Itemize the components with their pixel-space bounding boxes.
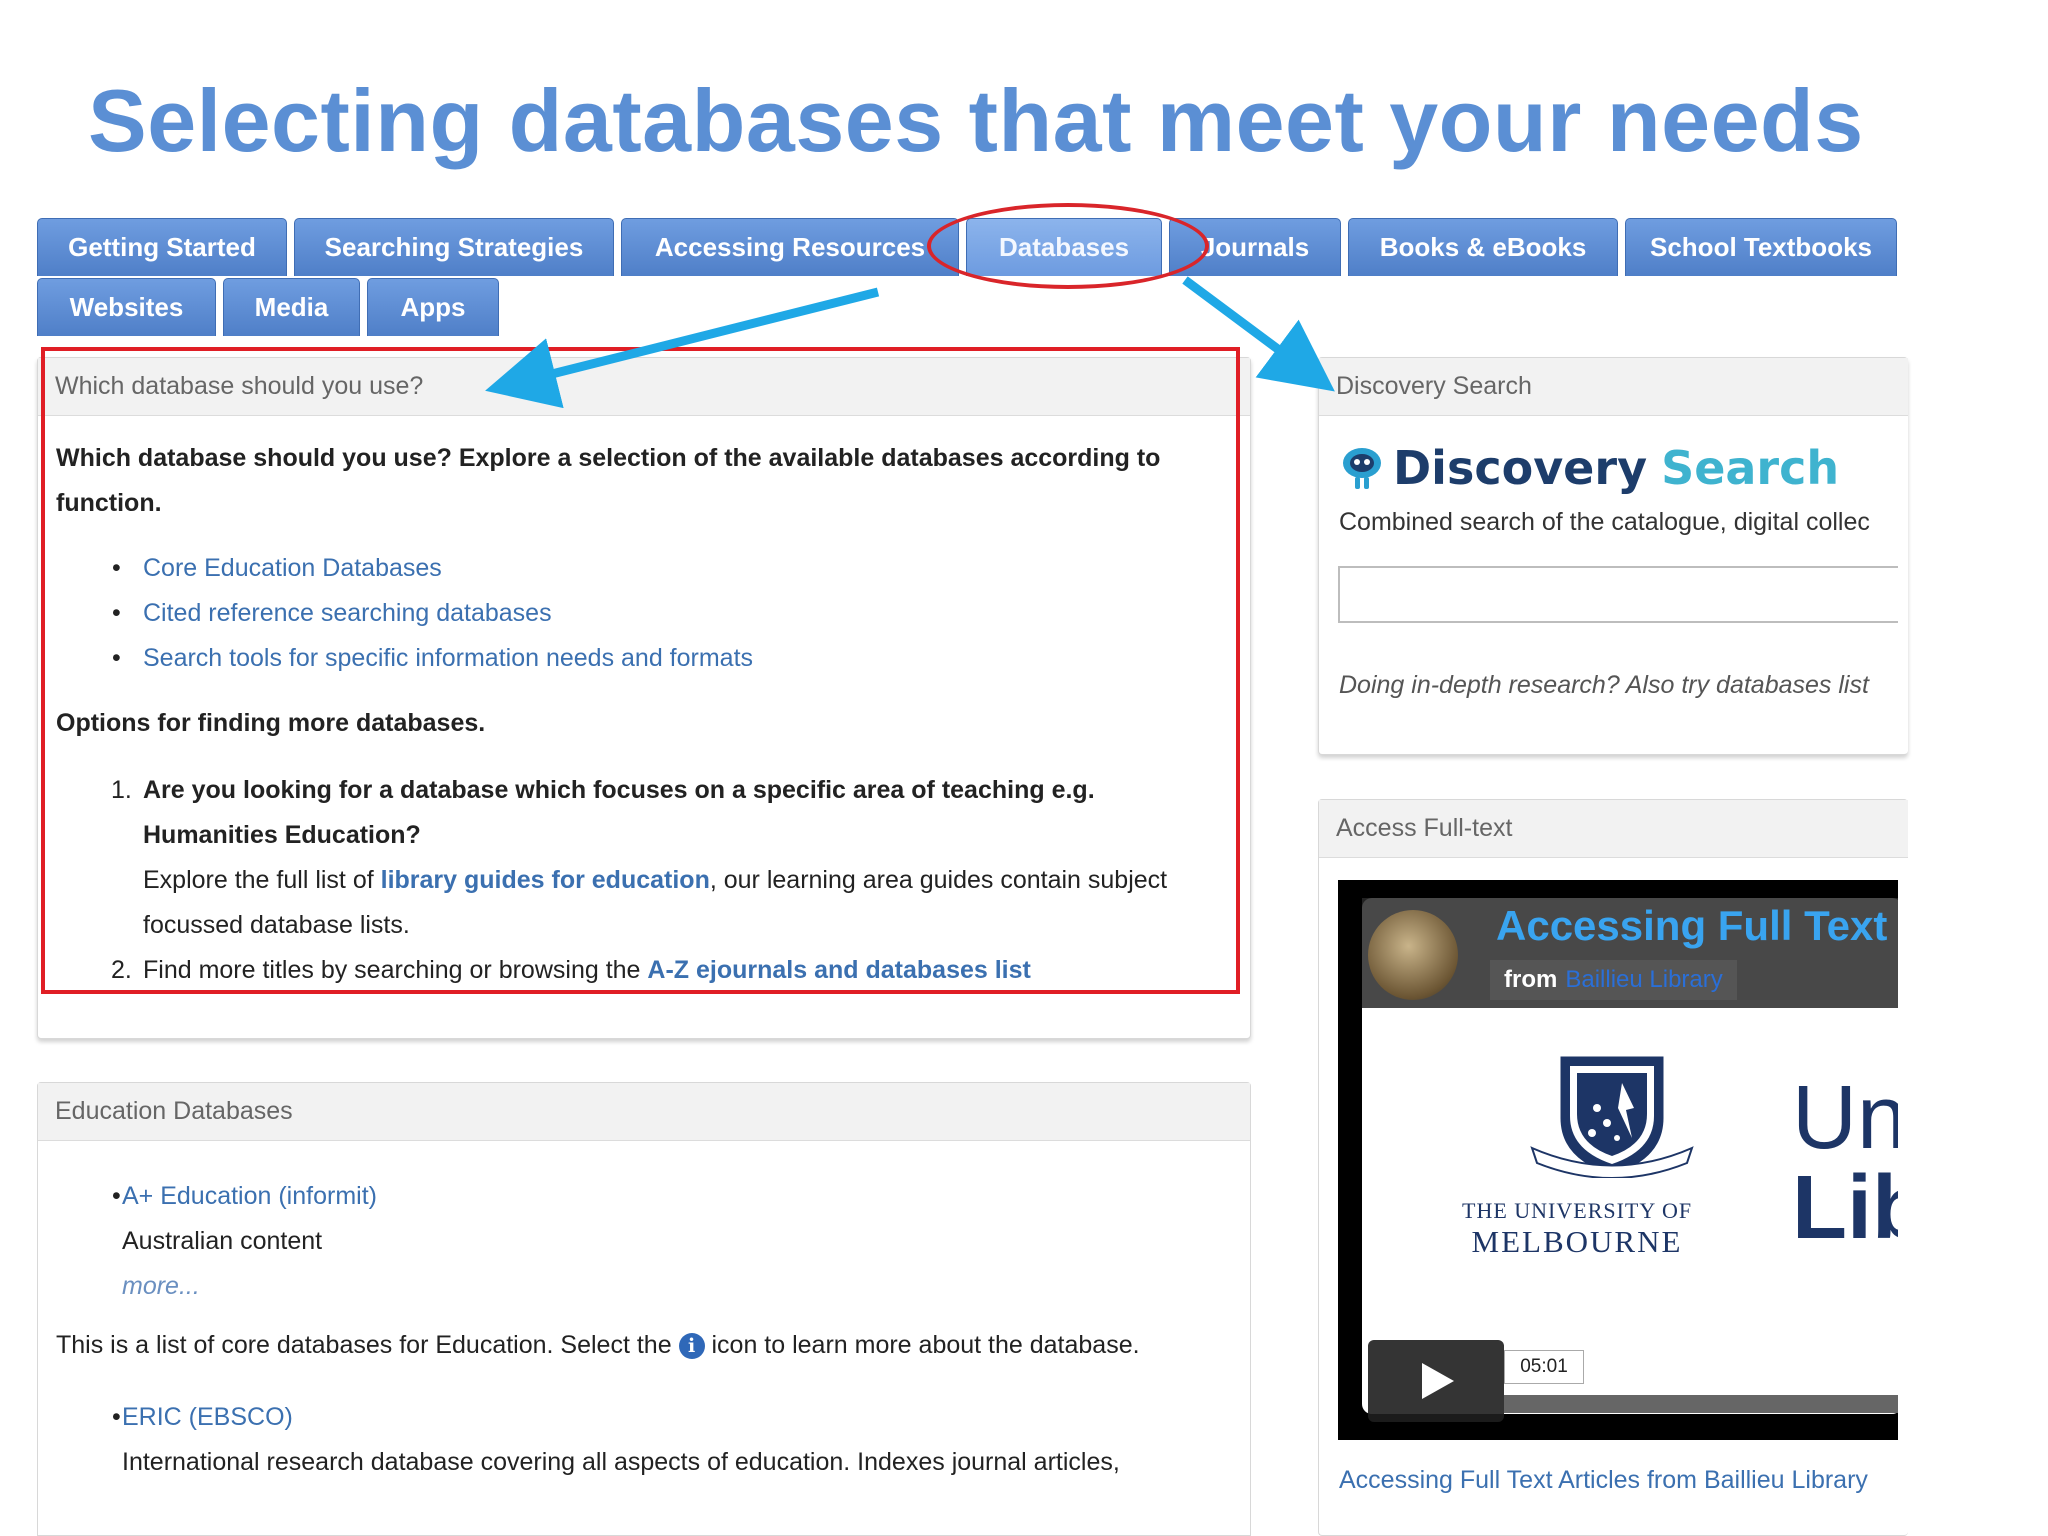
az-ejournals-link[interactable]: A-Z ejournals and databases list xyxy=(647,956,1030,984)
find-more-text: Find more titles by searching or browsin… xyxy=(143,956,648,984)
panel-header: Education Databases xyxy=(38,1083,1250,1141)
tab-apps[interactable]: Apps xyxy=(367,278,499,336)
list-item: Search tools for specific information ne… xyxy=(56,636,1232,681)
library-wordmark: Uni Lib xyxy=(1792,1068,1898,1258)
question-line: Humanities Education? xyxy=(143,821,421,849)
tab-school-textbooks[interactable]: School Textbooks xyxy=(1625,218,1897,276)
list-item: 2. Find more titles by searching or brow… xyxy=(56,948,1232,993)
discovery-hint: Doing in-depth research? Also try databa… xyxy=(1339,671,1869,699)
question-line: Are you looking for a database which foc… xyxy=(143,776,1095,804)
video-channel-link[interactable]: Baillieu Library xyxy=(1565,966,1722,994)
list-item: ERIC (EBSCO) International research data… xyxy=(56,1395,1232,1485)
explore-suffix: , our learning area guides contain subje… xyxy=(709,866,1168,894)
slide-title: Selecting databases that meet your needs xyxy=(88,71,1864,170)
info-icon[interactable]: i xyxy=(678,1333,705,1360)
video-player[interactable]: THE UNIVERSITY OF MELBOURNE Uni Lib Acce… xyxy=(1338,880,1898,1440)
cited-reference-link[interactable]: Cited reference searching databases xyxy=(143,599,552,627)
list-number: 2. xyxy=(111,956,132,984)
list-item: A+ Education (informit) Australian conte… xyxy=(56,1174,1232,1309)
discovery-logo-icon xyxy=(1343,448,1381,489)
tab-searching-strategies[interactable]: Searching Strategies xyxy=(294,218,614,276)
discovery-description: Combined search of the catalogue, digita… xyxy=(1339,508,1870,536)
tab-books-ebooks[interactable]: Books & eBooks xyxy=(1348,218,1618,276)
university-crest-icon xyxy=(1530,1056,1694,1178)
video-duration: 05:01 xyxy=(1504,1350,1584,1384)
video-progress-bar[interactable] xyxy=(1504,1395,1898,1413)
database-category-list: Core Education Databases Cited reference… xyxy=(56,546,1232,681)
search-logo-text: Search xyxy=(1661,441,1840,495)
tab-media[interactable]: Media xyxy=(223,278,360,336)
database-list: ERIC (EBSCO) International research data… xyxy=(56,1395,1232,1485)
video-channel-badge: from Baillieu Library xyxy=(1490,960,1737,1000)
panel-header: Access Full-text xyxy=(1319,800,1908,858)
database-list: A+ Education (informit) Australian conte… xyxy=(56,1174,1232,1309)
video-caption-link[interactable]: Accessing Full Text Articles from xyxy=(1339,1466,1704,1494)
explore-prefix: Explore the full list of xyxy=(143,866,381,894)
play-icon xyxy=(1422,1363,1454,1399)
education-databases-panel: Education Databases A+ Education (inform… xyxy=(37,1082,1251,1536)
list-item: Core Education Databases xyxy=(56,546,1232,591)
eric-ebsco-link[interactable]: ERIC (EBSCO) xyxy=(122,1403,293,1431)
university-wordmark: THE UNIVERSITY OF MELBOURNE xyxy=(1462,1198,1693,1259)
panel-header: Discovery Search xyxy=(1319,358,1908,416)
tab-journals[interactable]: Journals xyxy=(1169,218,1341,276)
explore-line: focussed database lists. xyxy=(143,911,410,939)
database-description: International research database covering… xyxy=(122,1448,1120,1476)
tab-accessing-resources[interactable]: Accessing Resources xyxy=(621,218,959,276)
discovery-logo-text: Discovery xyxy=(1393,441,1648,495)
options-list: 1. Are you looking for a database which … xyxy=(56,768,1232,993)
discovery-search-input[interactable] xyxy=(1338,566,1898,623)
tab-getting-started[interactable]: Getting Started xyxy=(37,218,287,276)
discovery-logo: Discovery Search xyxy=(1339,438,1839,498)
channel-avatar[interactable] xyxy=(1368,910,1458,1000)
library-guides-link[interactable]: library guides for education xyxy=(381,866,710,894)
discovery-search-panel: Discovery Search Discovery Search Combin… xyxy=(1318,357,1908,755)
tab-databases[interactable]: Databases xyxy=(966,218,1162,276)
video-caption: Accessing Full Text Articles from Bailli… xyxy=(1339,1466,1868,1495)
list-item: 1. Are you looking for a database which … xyxy=(56,768,1232,948)
tab-websites[interactable]: Websites xyxy=(37,278,216,336)
database-note: This is a list of core databases for Edu… xyxy=(56,1331,1140,1360)
play-button[interactable] xyxy=(1368,1340,1504,1422)
list-item: Cited reference searching databases xyxy=(56,591,1232,636)
which-database-panel: Which database should you use? Which dat… xyxy=(37,357,1251,1039)
more-link[interactable]: more... xyxy=(122,1272,200,1300)
panel-header: Which database should you use? xyxy=(38,358,1250,416)
options-heading: Options for finding more databases. xyxy=(56,709,486,737)
database-description: Australian content xyxy=(122,1227,323,1255)
list-number: 1. xyxy=(111,776,132,804)
a-plus-education-link[interactable]: A+ Education (informit) xyxy=(122,1182,377,1210)
search-tools-link[interactable]: Search tools for specific information ne… xyxy=(143,644,753,672)
core-education-databases-link[interactable]: Core Education Databases xyxy=(143,554,442,582)
video-title[interactable]: Accessing Full Text xyxy=(1496,902,1887,950)
baillieu-library-link[interactable]: Baillieu Library xyxy=(1704,1466,1868,1494)
intro-text: Which database should you use? Explore a… xyxy=(56,444,1161,517)
